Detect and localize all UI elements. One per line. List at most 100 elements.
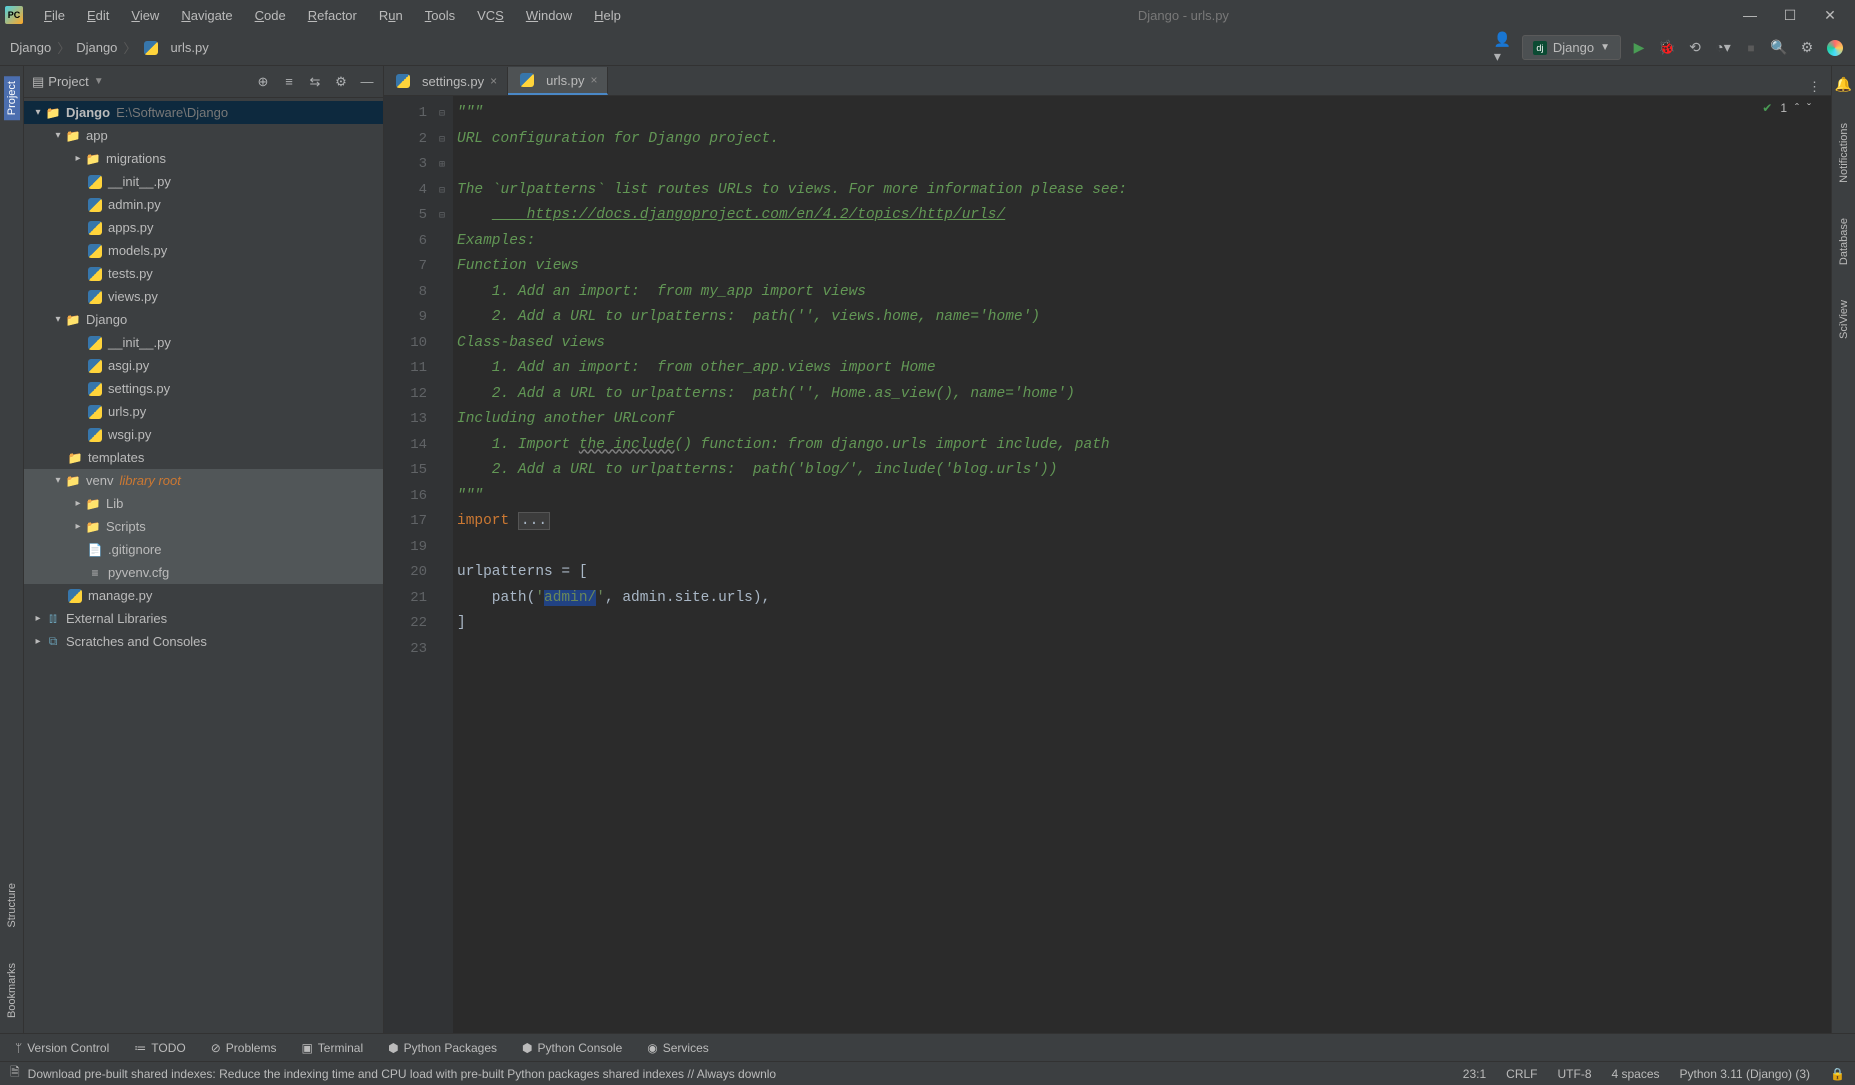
menu-help[interactable]: Help [588, 5, 627, 26]
next-icon[interactable]: ˇ [1807, 101, 1811, 115]
tree-file[interactable]: urls.py [24, 400, 383, 423]
gear-icon[interactable]: ⚙ [333, 74, 349, 90]
chevron-down-icon[interactable]: ▼ [94, 76, 104, 87]
services-tool[interactable]: ◉Services [647, 1041, 709, 1055]
database-tool-button[interactable]: Database [1836, 213, 1852, 270]
menu-window[interactable]: Window [520, 5, 578, 26]
tree-file[interactable]: models.py [24, 239, 383, 262]
tree-folder-app[interactable]: ▾📁 app [24, 124, 383, 147]
breadcrumb-item[interactable]: Django [10, 40, 51, 55]
chevron-down-icon: ▼ [1600, 42, 1610, 53]
collapse-icon[interactable]: ⇆ [307, 74, 323, 90]
stop-button[interactable]: ■ [1741, 38, 1761, 58]
run-button[interactable]: ▶ [1629, 38, 1649, 58]
search-button[interactable]: 🔍 [1769, 38, 1789, 58]
menu-edit[interactable]: Edit [81, 5, 115, 26]
project-header-label[interactable]: Project [48, 74, 88, 89]
settings-button[interactable]: ⚙ [1797, 38, 1817, 58]
close-icon[interactable]: × [590, 73, 597, 87]
hide-icon[interactable]: — [359, 74, 375, 90]
locate-icon[interactable]: ⊕ [255, 74, 271, 90]
tree-file[interactable]: apps.py [24, 216, 383, 239]
indent-setting[interactable]: 4 spaces [1612, 1067, 1660, 1081]
bookmarks-tool-button[interactable]: Bookmarks [4, 958, 20, 1023]
todo-tool[interactable]: ≔TODO [134, 1041, 185, 1055]
tree-file[interactable]: wsgi.py [24, 423, 383, 446]
tree-folder-migrations[interactable]: ▸📁 migrations [24, 147, 383, 170]
add-user-icon[interactable]: 👤▾ [1494, 38, 1514, 58]
ide-swirl-icon[interactable] [1825, 38, 1845, 58]
menu-file[interactable]: File [38, 5, 71, 26]
menu-run[interactable]: Run [373, 5, 409, 26]
project-tree[interactable]: ▾📁 Django E:\Software\Django ▾📁 app ▸📁 m… [24, 98, 383, 1033]
tree-file[interactable]: 📄 .gitignore [24, 538, 383, 561]
close-icon[interactable]: × [490, 74, 497, 88]
profile-button[interactable]: ◔▾ [1713, 38, 1733, 58]
tree-file[interactable]: __init__.py [24, 331, 383, 354]
editor-body[interactable]: 12345678910111213141516171920212223 ⊟⊟⊞⊟… [384, 96, 1831, 1033]
interpreter[interactable]: Python 3.11 (Django) (3) [1680, 1067, 1811, 1081]
tree-folder-templates[interactable]: 📁 templates [24, 446, 383, 469]
tree-folder-scripts[interactable]: ▸📁 Scripts [24, 515, 383, 538]
expand-icon[interactable]: ≡ [281, 74, 297, 90]
tree-scratches[interactable]: ▸⧉ Scratches and Consoles [24, 630, 383, 653]
menu-refactor[interactable]: Refactor [302, 5, 363, 26]
tree-file[interactable]: ≡ pyvenv.cfg [24, 561, 383, 584]
tree-root[interactable]: ▾📁 Django E:\Software\Django [24, 101, 383, 124]
tabs-more-icon[interactable]: ⋮ [1808, 79, 1831, 95]
python-console-tool[interactable]: ⬢Python Console [522, 1041, 622, 1055]
menu-code[interactable]: Code [249, 5, 292, 26]
problems-tool[interactable]: ⊘Problems [211, 1041, 277, 1055]
tree-folder-lib[interactable]: ▸📁 Lib [24, 492, 383, 515]
tree-label: admin.py [108, 197, 161, 212]
breadcrumb-item[interactable]: urls.py [170, 40, 208, 55]
code-content[interactable]: """ URL configuration for Django project… [453, 96, 1831, 1033]
line-separator[interactable]: CRLF [1506, 1067, 1537, 1081]
status-doc-icon[interactable]: 🗎 [10, 1063, 20, 1084]
terminal-tool[interactable]: ▣Terminal [301, 1041, 363, 1055]
prev-icon[interactable]: ˆ [1795, 101, 1799, 115]
version-control-tool[interactable]: ᛘVersion Control [15, 1041, 109, 1055]
python-packages-tool[interactable]: ⬢Python Packages [388, 1041, 497, 1055]
maximize-button[interactable]: ☐ [1780, 7, 1800, 24]
lock-icon[interactable]: 🔒 [1830, 1067, 1845, 1081]
tree-label: pyvenv.cfg [108, 565, 169, 580]
tree-label: Django [66, 105, 110, 120]
tree-file[interactable]: __init__.py [24, 170, 383, 193]
file-encoding[interactable]: UTF-8 [1558, 1067, 1592, 1081]
tree-label: migrations [106, 151, 166, 166]
console-icon: ⬢ [522, 1041, 532, 1055]
editor-tab-settings[interactable]: settings.py × [384, 67, 508, 95]
bell-icon[interactable]: 🔔 [1835, 76, 1852, 93]
project-tool-button[interactable]: Project [4, 76, 20, 120]
run-config-select[interactable]: dj Django ▼ [1522, 35, 1621, 60]
sciview-tool-button[interactable]: SciView [1836, 295, 1852, 344]
editor-tab-urls[interactable]: urls.py × [508, 67, 608, 95]
menu-vcs[interactable]: VCS [471, 5, 510, 26]
tree-file[interactable]: settings.py [24, 377, 383, 400]
structure-tool-button[interactable]: Structure [4, 878, 20, 933]
coverage-button[interactable]: ⟲ [1685, 38, 1705, 58]
breadcrumb-item[interactable]: Django [76, 40, 117, 55]
tree-file[interactable]: admin.py [24, 193, 383, 216]
tree-file[interactable]: tests.py [24, 262, 383, 285]
fold-gutter[interactable]: ⊟⊟⊞⊟⊟ [439, 96, 453, 1033]
tree-file[interactable]: asgi.py [24, 354, 383, 377]
tree-folder-django[interactable]: ▾📁 Django [24, 308, 383, 331]
line-gutter[interactable]: 12345678910111213141516171920212223 [384, 96, 439, 1033]
tree-file[interactable]: manage.py [24, 584, 383, 607]
inspection-widget[interactable]: ✔ 1 ˆ ˇ [1762, 101, 1811, 115]
tree-file[interactable]: views.py [24, 285, 383, 308]
tree-label: Lib [106, 496, 123, 511]
tree-external-libs[interactable]: ▸⫾⫾ External Libraries [24, 607, 383, 630]
menu-navigate[interactable]: Navigate [175, 5, 238, 26]
tree-folder-venv[interactable]: ▾📁 venv library root [24, 469, 383, 492]
notifications-tool-button[interactable]: Notifications [1836, 118, 1852, 188]
menu-view[interactable]: View [125, 5, 165, 26]
cursor-position[interactable]: 23:1 [1463, 1067, 1486, 1081]
menu-tools[interactable]: Tools [419, 5, 461, 26]
debug-button[interactable]: 🐞 [1657, 38, 1677, 58]
minimize-button[interactable]: — [1740, 7, 1760, 24]
tree-label: asgi.py [108, 358, 149, 373]
close-button[interactable]: ✕ [1820, 7, 1840, 24]
